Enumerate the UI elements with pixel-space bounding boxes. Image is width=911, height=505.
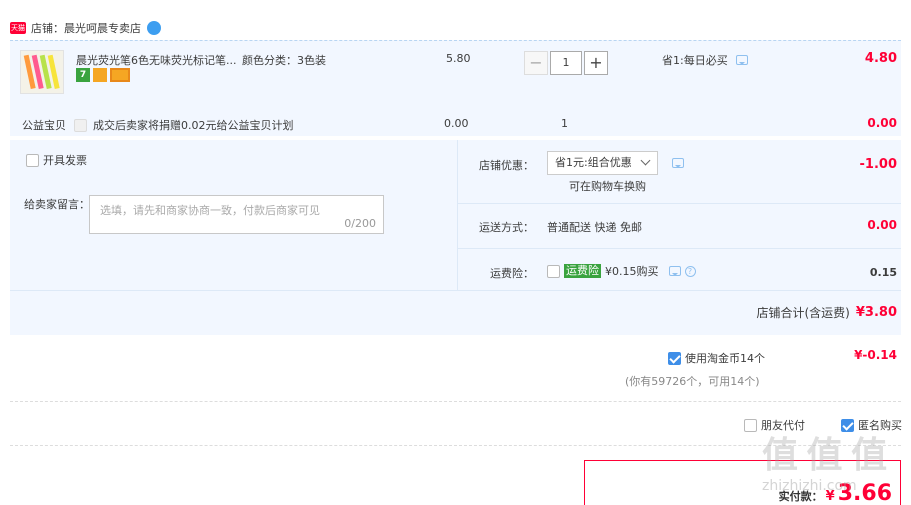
charity-subtotal: 0.00 xyxy=(867,116,897,130)
insurance-checkbox[interactable] xyxy=(547,264,560,278)
watermark: 值 值 值 xyxy=(762,435,887,476)
increase-button[interactable]: + xyxy=(584,51,608,75)
shipping-label: 运送方式： xyxy=(479,221,534,234)
shop-label: 店铺： xyxy=(31,22,64,35)
coins-option[interactable]: 使用淘金币14个 xyxy=(668,350,765,366)
message-counter: 0/200 xyxy=(344,217,376,230)
shop-discount-amount: -1.00 xyxy=(859,157,897,172)
charity-desc: 成交后卖家将捐赠0.02元给公益宝贝计划 xyxy=(93,119,294,132)
shop-discount-select[interactable]: 省1元:组合优惠 xyxy=(547,151,658,175)
insurance-desc: ¥0.15购买 xyxy=(605,265,659,278)
product-subtotal: 4.80 xyxy=(864,51,897,66)
message-placeholder: 选填，请先和商家协商一致，付款后商家可见 xyxy=(100,204,320,217)
chat-bubble-icon[interactable] xyxy=(735,55,748,65)
attr-label: 颜色分类： xyxy=(242,54,297,67)
shop-total-amount: ¥3.80 xyxy=(855,305,897,320)
unit-price: 5.80 xyxy=(446,52,471,65)
shipping-amount: 0.00 xyxy=(867,218,897,232)
quality-badge-icon[interactable] xyxy=(93,68,107,82)
shop-discount-value: 省1元:组合优惠 xyxy=(555,156,632,169)
decrease-button[interactable]: − xyxy=(524,51,548,75)
credit-card-icon[interactable] xyxy=(110,68,130,82)
item-discount-label: 省1:每日必买 xyxy=(662,54,728,67)
discount-chat-icon[interactable] xyxy=(672,158,684,168)
shop-discount-hint: 可在购物车换购 xyxy=(569,180,646,193)
friend-pay-checkbox[interactable] xyxy=(744,418,757,432)
product-thumbnail[interactable] xyxy=(20,50,64,94)
charity-price: 0.00 xyxy=(444,117,469,130)
invoice-checkbox[interactable] xyxy=(26,153,39,167)
coins-detail: (你有59726个，可用14个) xyxy=(625,375,760,388)
insurance-chat-icon[interactable] xyxy=(668,266,681,276)
help-icon[interactable]: ? xyxy=(684,265,696,277)
shop-header: 天猫 店铺： 晨光呵晨专卖店 xyxy=(10,18,161,38)
coins-checkbox[interactable] xyxy=(668,351,681,365)
insurance-tag: 运费险 xyxy=(564,264,601,278)
product-tags: 7 xyxy=(76,68,130,82)
coins-label: 使用淘金币14个 xyxy=(685,352,765,365)
charity-label: 公益宝贝 xyxy=(22,119,66,132)
coins-amount: ¥-0.14 xyxy=(854,348,897,362)
tmall-badge-icon: 天猫 xyxy=(10,22,26,34)
insurance-label: 运费险： xyxy=(490,267,534,280)
quantity-stepper: − 1 + xyxy=(524,51,608,75)
seven-day-return-icon[interactable]: 7 xyxy=(76,68,90,82)
message-label: 给卖家留言： xyxy=(24,198,90,211)
wangwang-icon[interactable] xyxy=(147,21,161,35)
invoice-option[interactable]: 开具发票 xyxy=(26,152,87,168)
shop-discount-label: 店铺优惠： xyxy=(479,159,534,172)
insurance-amount: 0.15 xyxy=(869,266,897,279)
shop-total-label: 店铺合计(含运费) xyxy=(756,306,850,320)
chevron-down-icon xyxy=(640,155,651,166)
shipping-value: 普通配送 快递 免邮 xyxy=(547,221,642,234)
charity-checkbox xyxy=(74,118,87,132)
shop-name-link[interactable]: 晨光呵晨专卖店 xyxy=(64,20,141,36)
watermark-url: zhizhizhi.com xyxy=(762,478,857,494)
invoice-label: 开具发票 xyxy=(43,154,87,167)
product-image xyxy=(23,54,60,90)
attr-value: 3色装 xyxy=(297,54,326,67)
quantity-input[interactable]: 1 xyxy=(550,51,582,75)
charity-qty: 1 xyxy=(561,117,568,130)
message-textarea[interactable]: 选填，请先和商家协商一致，付款后商家可见 0/200 xyxy=(89,195,384,234)
product-title-link[interactable]: 晨光荧光笔6色无味荧光标记笔... xyxy=(76,52,236,68)
